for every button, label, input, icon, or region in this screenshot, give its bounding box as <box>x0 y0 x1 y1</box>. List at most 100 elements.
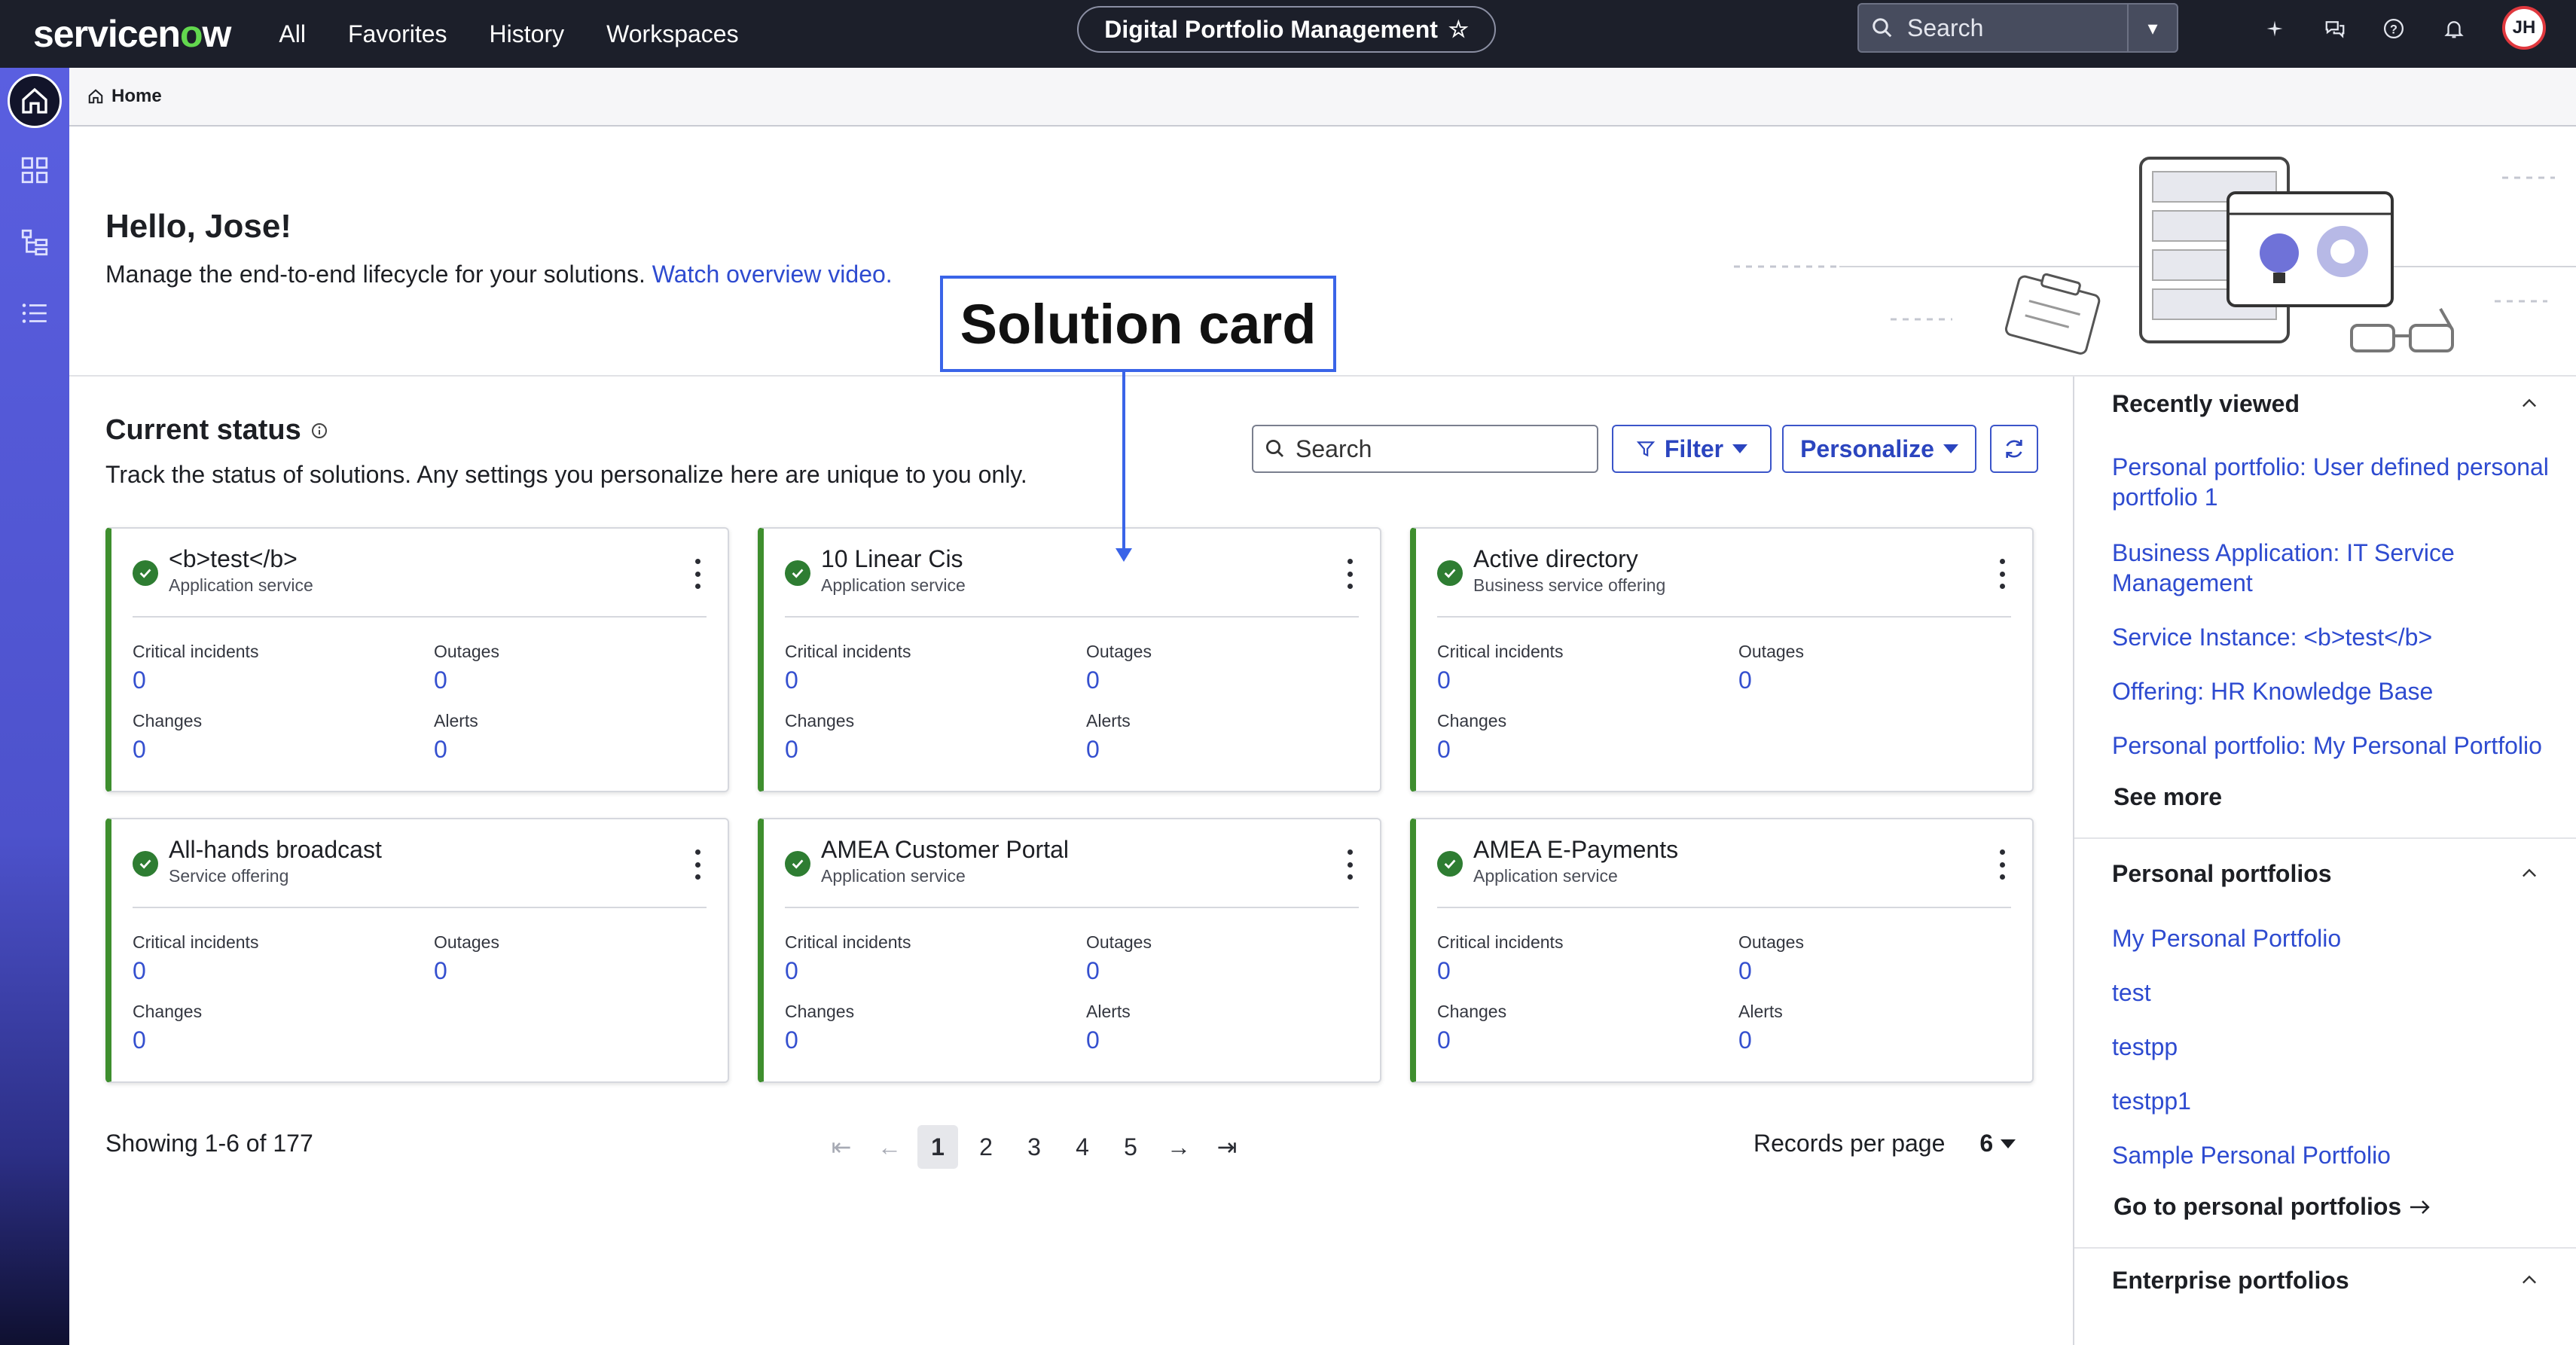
search-scope-dropdown[interactable]: ▾ <box>2127 5 2177 51</box>
metric-value-link[interactable]: 0 <box>133 1026 202 1054</box>
metric-value-link[interactable]: 0 <box>785 1026 854 1054</box>
nav-workspaces[interactable]: Workspaces <box>606 20 738 48</box>
hierarchy-icon[interactable] <box>8 215 62 270</box>
card-title[interactable]: AMEA E-Payments <box>1473 836 1678 864</box>
metric-value-link[interactable]: 0 <box>1437 1026 1506 1054</box>
see-more-link[interactable]: See more <box>2114 783 2222 811</box>
card-title[interactable]: All-hands broadcast <box>169 836 382 864</box>
metric-value-link[interactable]: 0 <box>434 666 499 694</box>
home-icon[interactable] <box>8 74 62 128</box>
solution-card[interactable]: Active directory Business service offeri… <box>1410 527 2034 792</box>
metric-value-link[interactable]: 0 <box>1437 957 1563 985</box>
personalize-button[interactable]: Personalize <box>1782 425 1976 473</box>
favorite-star-icon[interactable]: ☆ <box>1448 17 1469 43</box>
card-title[interactable]: <b>test</b> <box>169 545 298 573</box>
recent-item-link[interactable]: Personal portfolio: User defined persona… <box>2112 452 2564 512</box>
metric-changes: Changes 0 <box>133 711 203 764</box>
chevron-up-icon[interactable] <box>2519 1270 2540 1291</box>
info-icon[interactable] <box>310 422 328 440</box>
solution-card[interactable]: All-hands broadcast Service offering Cri… <box>105 818 729 1083</box>
page-button[interactable]: 3 <box>1014 1125 1055 1169</box>
hero-subtitle-text: Manage the end-to-end lifecycle for your… <box>105 261 646 288</box>
metric-value-link[interactable]: 0 <box>1437 666 1563 694</box>
more-options-icon[interactable] <box>1998 849 2007 880</box>
personal-portfolio-link[interactable]: Sample Personal Portfolio <box>2112 1140 2564 1170</box>
solution-card[interactable]: AMEA Customer Portal Application service… <box>758 818 1381 1083</box>
page-button[interactable]: 4 <box>1062 1125 1103 1169</box>
first-page-icon[interactable]: ⇤ <box>821 1125 862 1169</box>
breadcrumb[interactable]: Home <box>87 86 162 107</box>
notifications-bell-icon[interactable] <box>2440 15 2468 42</box>
next-page-icon[interactable]: → <box>1158 1125 1199 1169</box>
refresh-button[interactable] <box>1990 425 2038 473</box>
metric-value-link[interactable]: 0 <box>1437 736 1506 764</box>
personal-portfolio-link[interactable]: testpp <box>2112 1032 2564 1062</box>
more-options-icon[interactable] <box>1998 559 2007 589</box>
metric-value-link[interactable]: 0 <box>1738 666 1804 694</box>
metric-value-link[interactable]: 0 <box>1086 957 1152 985</box>
servicenow-logo[interactable]: servicenow <box>33 12 231 56</box>
chevron-up-icon[interactable] <box>2519 393 2540 414</box>
recent-item-link[interactable]: Service Instance: <b>test</b> <box>2112 622 2564 652</box>
watch-video-link[interactable]: Watch overview video. <box>652 261 893 288</box>
card-title[interactable]: 10 Linear Cis <box>821 545 963 573</box>
metric-value-link[interactable]: 0 <box>434 957 499 985</box>
nav-all[interactable]: All <box>279 20 306 48</box>
status-search-field[interactable]: Search <box>1252 425 1598 473</box>
personal-portfolio-link[interactable]: test <box>2112 977 2564 1008</box>
last-page-icon[interactable]: ⇥ <box>1207 1125 1247 1169</box>
solution-card[interactable]: AMEA E-Payments Application service Crit… <box>1410 818 2034 1083</box>
nav-history[interactable]: History <box>490 20 565 48</box>
metric-outages: Outages 0 <box>1738 932 1804 985</box>
sparkle-icon[interactable] <box>2261 15 2288 42</box>
global-search[interactable]: Search ▾ <box>1857 3 2178 53</box>
help-icon[interactable]: ? <box>2380 15 2407 42</box>
more-options-icon[interactable] <box>1345 849 1354 880</box>
metric-value-link[interactable]: 0 <box>785 736 854 764</box>
page-button[interactable]: 5 <box>1110 1125 1151 1169</box>
metric-value-link[interactable]: 0 <box>133 957 258 985</box>
grid-apps-icon[interactable] <box>8 143 62 197</box>
personal-portfolio-link[interactable]: testpp1 <box>2112 1086 2564 1116</box>
personal-portfolio-link[interactable]: My Personal Portfolio <box>2112 923 2564 953</box>
more-options-icon[interactable] <box>1345 559 1354 589</box>
previous-page-icon[interactable]: ← <box>869 1125 910 1169</box>
workspace-title-pill[interactable]: Digital Portfolio Management ☆ <box>1077 6 1496 53</box>
records-per-page-select[interactable]: 6 <box>1979 1130 2016 1157</box>
metric-value-link[interactable]: 0 <box>1738 957 1804 985</box>
page-button[interactable]: 1 <box>917 1125 958 1169</box>
recent-item-link[interactable]: Business Application: IT Service Managem… <box>2112 538 2564 598</box>
metric-value-link[interactable]: 0 <box>785 666 911 694</box>
more-options-icon[interactable] <box>693 849 702 880</box>
recent-item-link[interactable]: Personal portfolio: My Personal Portfoli… <box>2112 730 2564 761</box>
metric-value-link[interactable]: 0 <box>1086 736 1131 764</box>
current-status-subtitle: Track the status of solutions. Any setti… <box>105 461 1027 488</box>
user-avatar[interactable]: JH <box>2502 6 2546 50</box>
global-search-input[interactable]: Search <box>1907 14 1983 42</box>
metric-value-link[interactable]: 0 <box>785 957 911 985</box>
metric-value-link[interactable]: 0 <box>1086 1026 1131 1054</box>
filter-button[interactable]: Filter <box>1612 425 1772 473</box>
go-to-personal-portfolios-link[interactable]: Go to personal portfolios <box>2114 1193 2431 1221</box>
card-type: Application service <box>821 575 966 595</box>
card-title[interactable]: Active directory <box>1473 545 1638 573</box>
chevron-down-icon <box>2001 1139 2016 1148</box>
status-search-input[interactable]: Search <box>1296 435 1372 463</box>
metric-value-link[interactable]: 0 <box>1086 666 1152 694</box>
chevron-up-icon[interactable] <box>2519 863 2540 884</box>
metric-value-link[interactable]: 0 <box>434 736 478 764</box>
nav-favorites[interactable]: Favorites <box>348 20 447 48</box>
metric-value-link[interactable]: 0 <box>1738 1026 1783 1054</box>
page-button[interactable]: 2 <box>966 1125 1006 1169</box>
breadcrumb-home[interactable]: Home <box>111 86 162 107</box>
metric-value-link[interactable]: 0 <box>133 666 258 694</box>
chat-icon[interactable] <box>2321 15 2349 42</box>
metric-value-link[interactable]: 0 <box>133 736 202 764</box>
more-options-icon[interactable] <box>693 559 702 589</box>
recent-item-link[interactable]: Offering: HR Knowledge Base <box>2112 676 2564 706</box>
list-icon[interactable] <box>8 286 62 340</box>
card-title[interactable]: AMEA Customer Portal <box>821 836 1069 864</box>
solution-card[interactable]: <b>test</b> Application service Critical… <box>105 527 729 792</box>
solution-card[interactable]: 10 Linear Cis Application service Critic… <box>758 527 1381 792</box>
metric-changes: Changes 0 <box>785 1002 855 1054</box>
